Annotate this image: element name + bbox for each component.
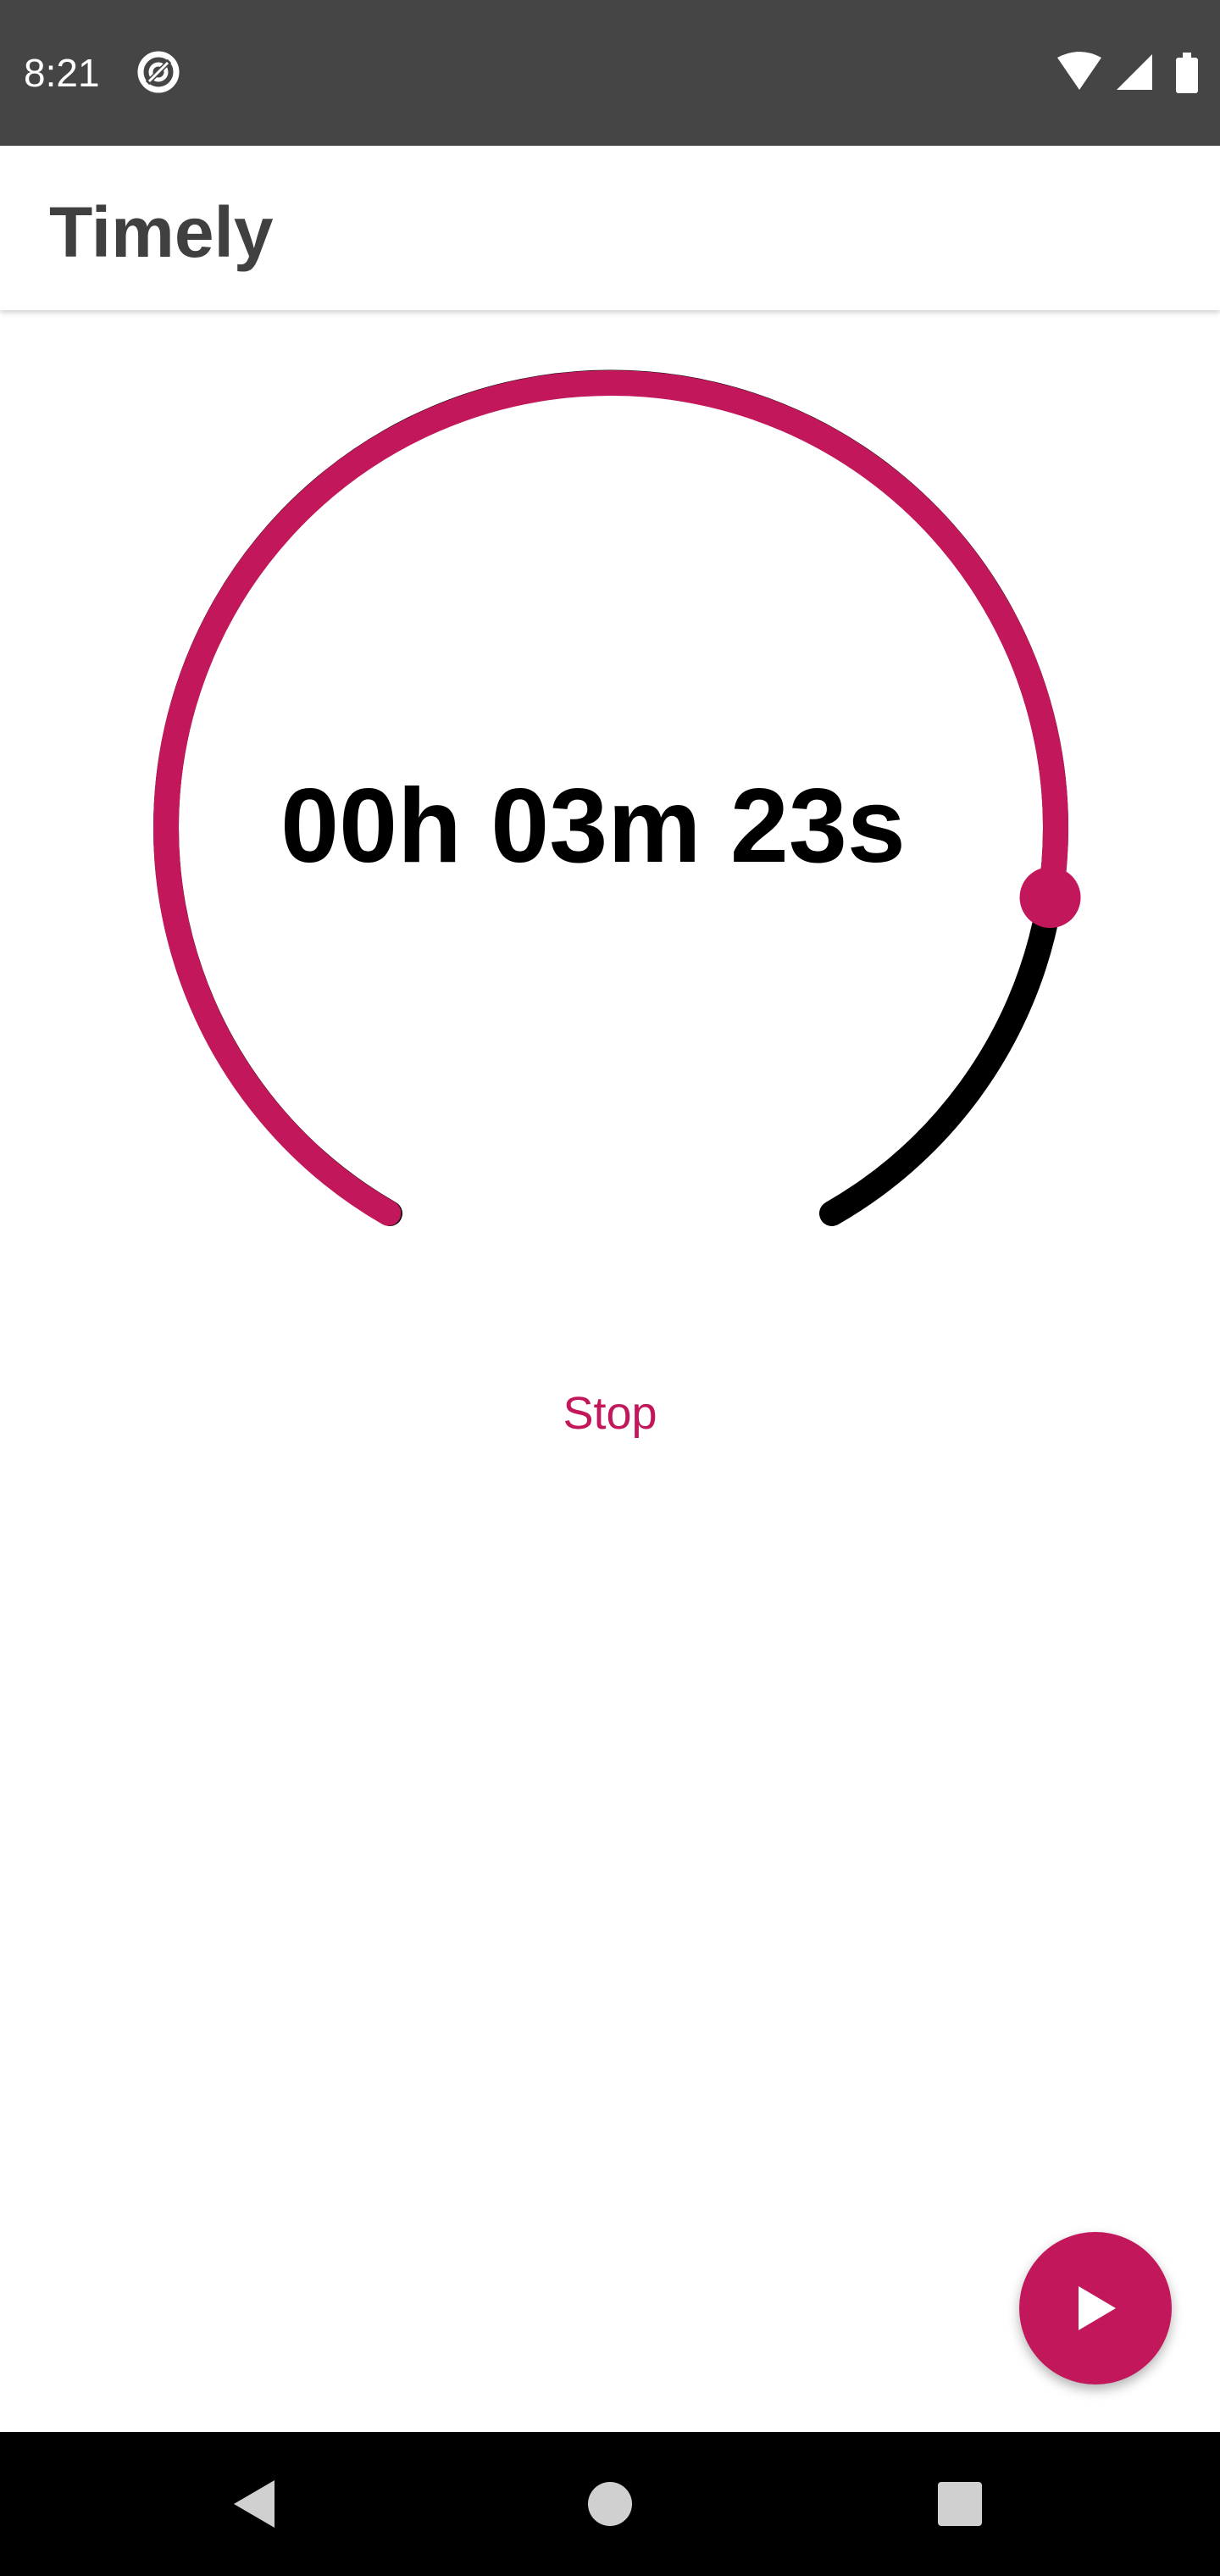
back-icon[interactable] — [212, 2462, 297, 2546]
status-time: 8:21 — [24, 51, 100, 95]
home-icon[interactable] — [568, 2462, 652, 2546]
play-button[interactable] — [1019, 2232, 1172, 2384]
wifi-icon — [1057, 52, 1101, 90]
status-bar: 8:21 — [0, 0, 1220, 146]
app-bar: Timely — [0, 146, 1220, 310]
system-nav-bar — [0, 2432, 1220, 2576]
timer-display: 00h 03m 23s — [280, 768, 906, 885]
status-icons — [1057, 52, 1198, 93]
stop-button[interactable]: Stop — [483, 1371, 737, 1456]
play-icon — [1079, 2286, 1116, 2330]
recents-icon[interactable] — [918, 2462, 1002, 2546]
app-title: Timely — [49, 192, 274, 272]
battery-icon — [1176, 53, 1198, 93]
cell-signal-icon — [1117, 54, 1152, 90]
do-not-disturb-ring-icon — [137, 51, 180, 93]
